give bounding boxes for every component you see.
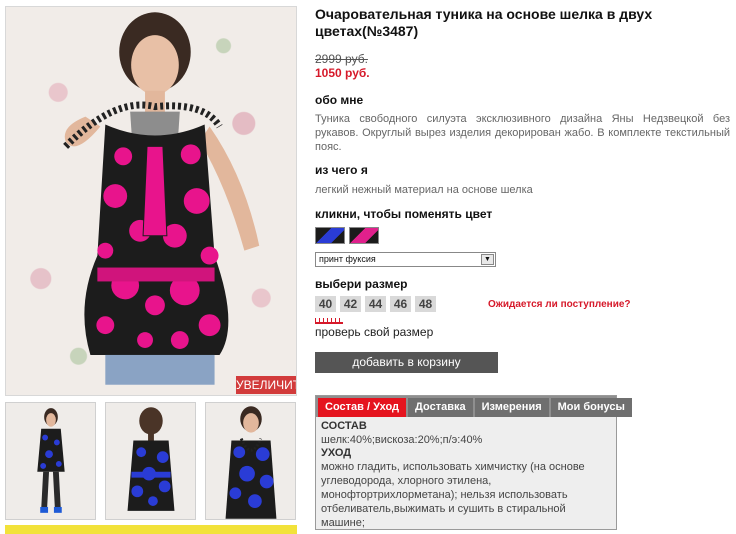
tab-bonuses[interactable]: Мои бонусы bbox=[550, 398, 632, 417]
material-text: легкий нежный материал на основе шелка bbox=[315, 184, 533, 196]
model-front-blue-closeup-image bbox=[225, 406, 277, 519]
color-swatch-fuchsia[interactable] bbox=[349, 227, 379, 244]
main-product-photo[interactable]: УВЕЛИЧИТЬ bbox=[5, 6, 297, 396]
promo-strip bbox=[5, 525, 297, 534]
size-option-46[interactable]: 46 bbox=[390, 296, 411, 312]
thumbnail-gallery bbox=[5, 402, 297, 522]
zoom-button[interactable]: УВЕЛИЧИТЬ bbox=[236, 376, 296, 394]
tab-composition-care[interactable]: Состав / Уход bbox=[318, 398, 407, 417]
awaiting-restock-link[interactable]: Ожидается ли поступление? bbox=[488, 299, 631, 310]
composition-heading: СОСТАВ bbox=[321, 420, 367, 432]
color-heading: кликни, чтобы поменять цвет bbox=[315, 207, 493, 221]
chevron-down-icon: ▼ bbox=[481, 254, 494, 265]
thumbnail-2[interactable] bbox=[105, 402, 196, 520]
tab-panel: СОСТАВ шелк:40%;вискоза:20%;п/э:40% УХОД… bbox=[316, 417, 616, 529]
color-swatch-blue[interactable] bbox=[315, 227, 345, 244]
product-info: Очаровательная туника на основе шелка в … bbox=[315, 6, 730, 530]
about-heading: обо мне bbox=[315, 93, 364, 107]
model-front-blue-full-image bbox=[37, 408, 65, 513]
color-select[interactable]: принт фуксия ▼ bbox=[315, 252, 496, 267]
size-option-48[interactable]: 48 bbox=[415, 296, 436, 312]
tab-bar: Состав / Уход Доставка Измерения Мои бон… bbox=[316, 396, 632, 417]
material-heading: из чего я bbox=[315, 163, 368, 177]
care-heading: УХОД bbox=[321, 447, 352, 459]
color-select-value: принт фуксия bbox=[319, 254, 376, 264]
new-price: 1050 руб. bbox=[315, 66, 370, 80]
composition-text: шелк:40%;вискоза:20%;п/э:40% bbox=[321, 434, 483, 446]
size-heading: выбери размер bbox=[315, 277, 408, 291]
about-text: Туника свободного силуэта эксклюзивного … bbox=[315, 113, 730, 153]
model-back-blue-image bbox=[127, 407, 175, 511]
ruler-icon bbox=[315, 318, 343, 324]
size-option-40[interactable]: 40 bbox=[315, 296, 336, 312]
size-options: 40 42 44 46 48 Ожидается ли поступление? bbox=[315, 296, 730, 312]
care-text: можно гладить, использовать химчистку (н… bbox=[321, 461, 585, 529]
add-to-cart-button[interactable]: добавить в корзину bbox=[315, 352, 498, 373]
old-price: 2999 руб. bbox=[315, 52, 368, 66]
color-swatches bbox=[315, 227, 730, 244]
size-option-44[interactable]: 44 bbox=[365, 296, 386, 312]
thumbnail-3[interactable] bbox=[205, 402, 296, 520]
size-check-link[interactable]: проверь свой размер bbox=[315, 318, 730, 339]
size-option-42[interactable]: 42 bbox=[340, 296, 361, 312]
thumbnail-1[interactable] bbox=[5, 402, 96, 520]
tab-delivery[interactable]: Доставка bbox=[408, 398, 473, 417]
tab-measurements[interactable]: Измерения bbox=[474, 398, 549, 417]
size-check-label: проверь свой размер bbox=[315, 325, 434, 339]
product-title: Очаровательная туника на основе шелка в … bbox=[315, 6, 653, 39]
product-details-tabs: Состав / Уход Доставка Измерения Мои бон… bbox=[315, 395, 632, 530]
model-in-fuchsia-tunic-image bbox=[63, 12, 260, 385]
